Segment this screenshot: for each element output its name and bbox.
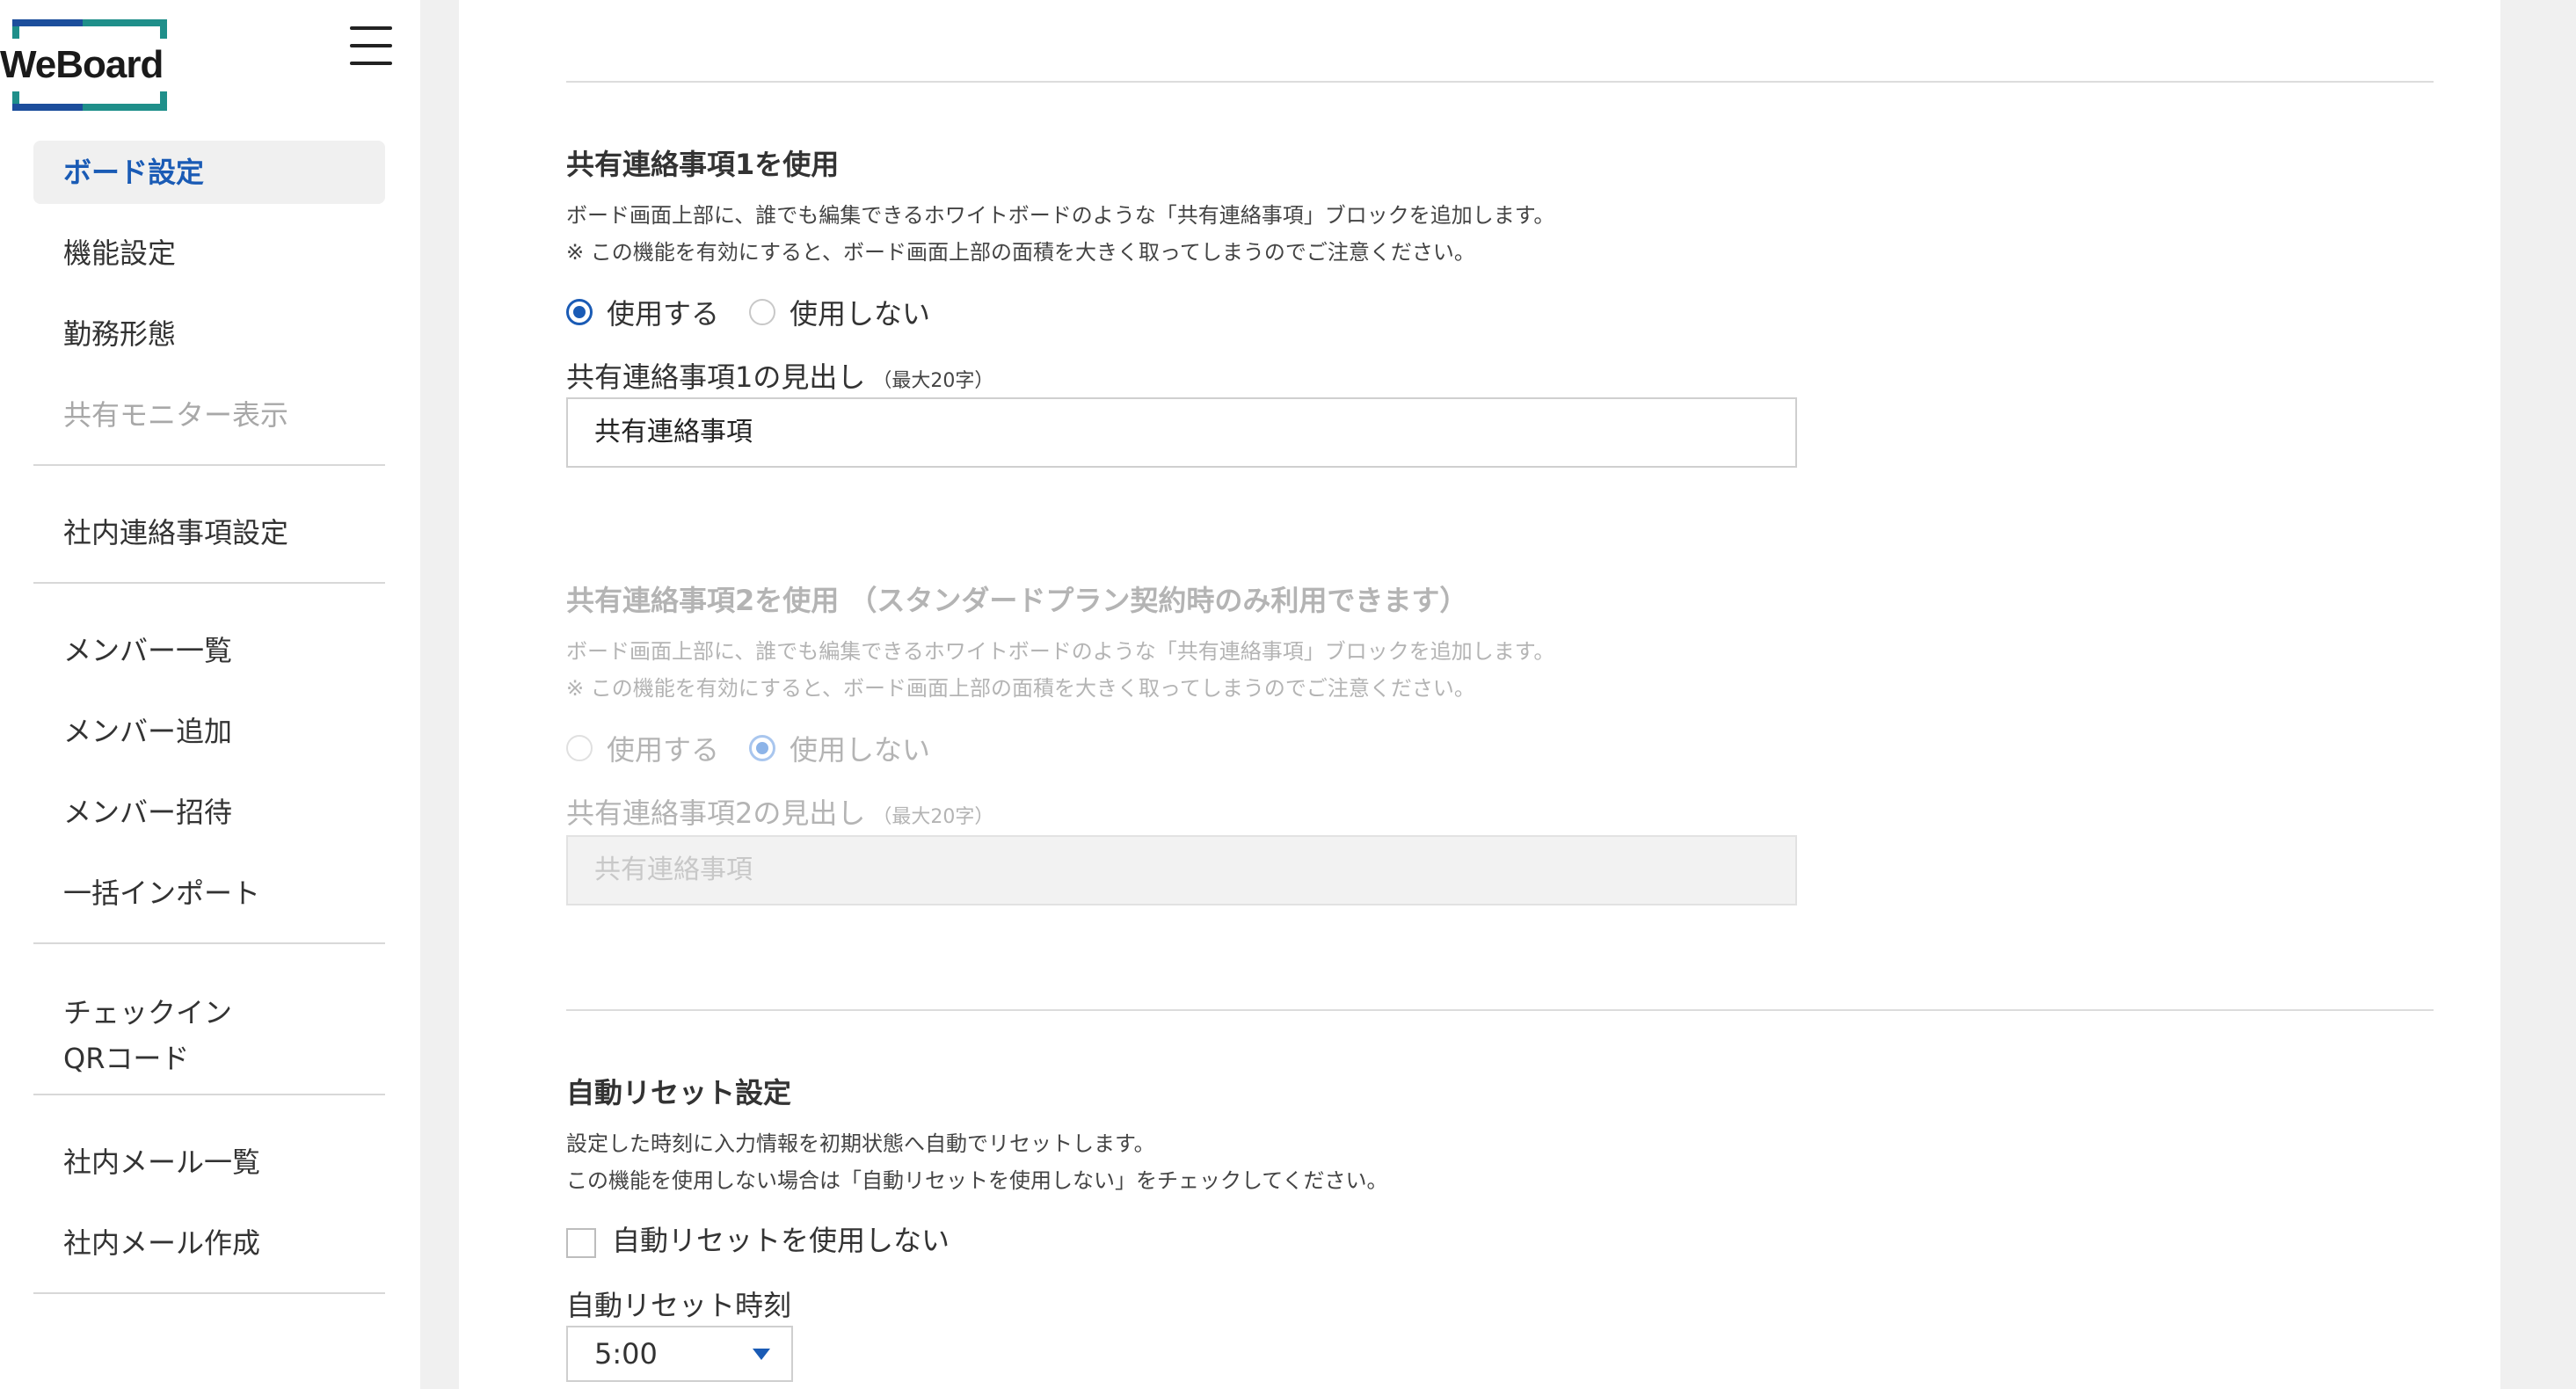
sidebar: WeBoard ボード設定 機能設定 勤務形態 共有モニター表示 社内連絡事項設…	[0, 0, 420, 1389]
radio-not-use[interactable]	[749, 299, 776, 325]
logo-frame-top	[12, 19, 167, 39]
sidebar-item-label-line2: QRコード	[63, 1042, 190, 1075]
section-title: 共有連絡事項1を使用	[566, 148, 840, 181]
sidebar-item-shared-monitor[interactable]: 共有モニター表示	[33, 383, 385, 447]
reset-time-select[interactable]: 5:00	[566, 1326, 793, 1382]
logo-text: WeBoard	[0, 42, 167, 88]
section-note: この機能を使用しない場合は「自動リセットを使用しない」をチェックしてください。	[566, 1168, 1388, 1193]
sidebar-item-work-styles[interactable]: 勤務形態	[33, 302, 385, 366]
sidebar-nav: ボード設定 機能設定 勤務形態 共有モニター表示 社内連絡事項設定 メンバー一覧…	[33, 141, 385, 1329]
sidebar-item-bulk-import[interactable]: 一括インポート	[33, 862, 385, 925]
sidebar-item-mail-list[interactable]: 社内メール一覧	[33, 1131, 385, 1194]
sidebar-divider	[33, 1094, 385, 1095]
section-divider	[566, 1009, 2434, 1011]
sidebar-item-checkin-qr[interactable]: チェックイン QRコード	[33, 979, 385, 1076]
heading-field-label-text: 共有連絡事項1の見出し	[566, 360, 866, 394]
heading-field-label-text: 共有連絡事項2の見出し	[566, 796, 866, 830]
sidebar-divider	[33, 464, 385, 466]
sidebar-divider	[33, 942, 385, 944]
right-gutter	[2500, 0, 2576, 1389]
sidebar-item-feature-settings[interactable]: 機能設定	[33, 222, 385, 285]
section-title: 共有連絡事項2を使用 （スタンダードプラン契約時のみ利用できます）	[566, 584, 1468, 617]
hamburger-menu-icon[interactable]	[350, 25, 392, 65]
section-title: 自動リセット設定	[566, 1076, 792, 1109]
sidebar-divider	[33, 582, 385, 584]
heading-field-label: 共有連絡事項1の見出し （最大20字）	[566, 355, 993, 396]
reset-time-label: 自動リセット時刻	[566, 1289, 792, 1322]
sidebar-item-mail-compose[interactable]: 社内メール作成	[33, 1211, 385, 1275]
main-panel: 共有連絡事項1を使用 ボード画面上部に、誰でも編集できるホワイトボードのような「…	[459, 0, 2500, 1389]
radio-not-use[interactable]	[749, 735, 776, 761]
section-description: ボード画面上部に、誰でも編集できるホワイトボードのような「共有連絡事項」ブロック…	[566, 639, 1555, 664]
sidebar-item-member-add[interactable]: メンバー追加	[33, 700, 385, 763]
section-description: ボード画面上部に、誰でも編集できるホワイトボードのような「共有連絡事項」ブロック…	[566, 203, 1555, 228]
shared-notice-1-heading-input[interactable]: 共有連絡事項	[566, 397, 1797, 468]
sidebar-item-member-list[interactable]: メンバー一覧	[33, 619, 385, 682]
reset-time-value: 5:00	[594, 1337, 658, 1371]
radio-not-use-label[interactable]: 使用しない	[790, 292, 930, 332]
logo-frame-bottom	[12, 91, 167, 111]
section-note: ※ この機能を有効にすると、ボード画面上部の面積を大きく取ってしまうのでご注意く…	[566, 676, 1475, 701]
disable-auto-reset-label[interactable]: 自動リセットを使用しない	[612, 1218, 950, 1259]
section-note: ※ この機能を有効にすると、ボード画面上部の面積を大きく取ってしまうのでご注意く…	[566, 240, 1475, 265]
heading-field-label: 共有連絡事項2の見出し （最大20字）	[566, 791, 993, 832]
disable-auto-reset-row: 自動リセットを使用しない	[566, 1218, 950, 1259]
heading-field-hint: （最大20字）	[872, 806, 994, 828]
section-description: 設定した時刻に入力情報を初期状態へ自動でリセットします。	[566, 1131, 1155, 1156]
section-divider	[566, 81, 2434, 83]
heading-field-hint: （最大20字）	[872, 370, 994, 392]
disable-auto-reset-checkbox[interactable]	[566, 1228, 596, 1258]
sidebar-item-internal-notice-settings[interactable]: 社内連絡事項設定	[33, 501, 385, 564]
use-radio-group: 使用する 使用しない	[566, 292, 960, 332]
use-radio-group: 使用する 使用しない	[566, 728, 960, 768]
sidebar-item-board-settings[interactable]: ボード設定	[33, 141, 385, 204]
weboard-logo[interactable]: WeBoard	[0, 16, 176, 114]
radio-use-label[interactable]: 使用する	[607, 292, 719, 332]
radio-use-label[interactable]: 使用する	[607, 728, 719, 768]
sidebar-item-member-invite[interactable]: メンバー招待	[33, 781, 385, 844]
sidebar-item-label-line1: チェックイン	[63, 996, 233, 1029]
sidebar-divider	[33, 1292, 385, 1294]
shared-notice-2-heading-input[interactable]: 共有連絡事項	[566, 835, 1797, 905]
chevron-down-icon	[753, 1349, 770, 1360]
radio-use[interactable]	[566, 735, 593, 761]
radio-use[interactable]	[566, 299, 593, 325]
radio-not-use-label[interactable]: 使用しない	[790, 728, 930, 768]
